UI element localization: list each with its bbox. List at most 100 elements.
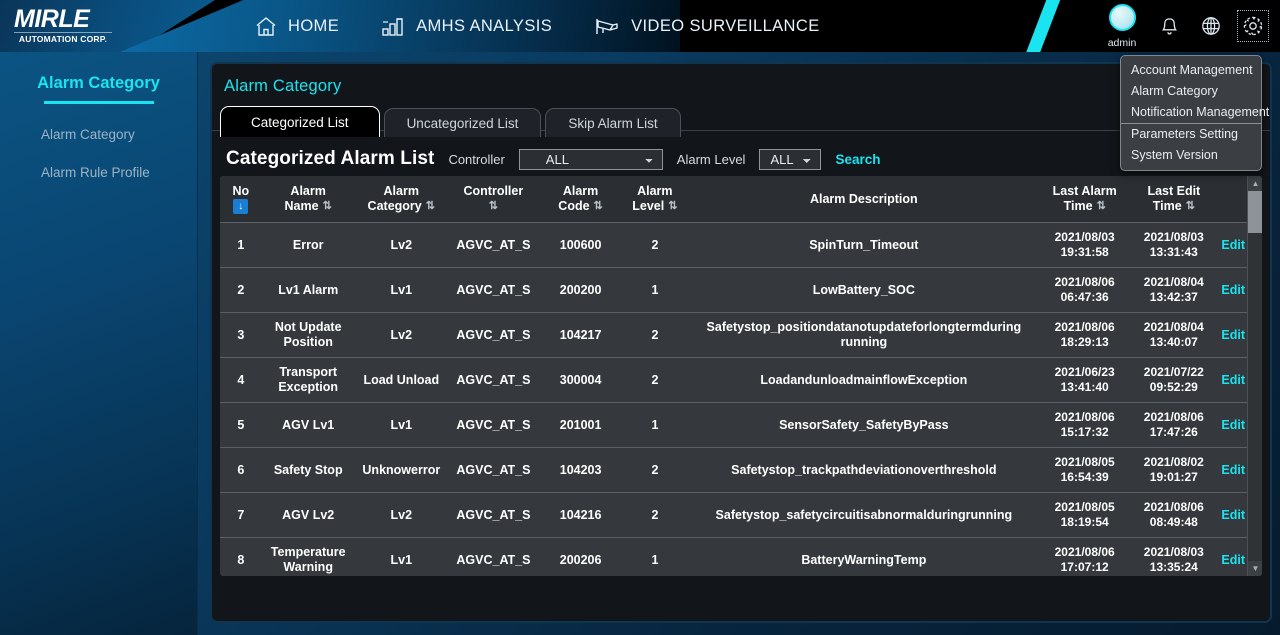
sort-icon[interactable]: ⇅ xyxy=(594,199,603,214)
sort-icon[interactable]: ⇅ xyxy=(1186,199,1195,214)
column-header-alarm-name-line1: Alarm xyxy=(290,184,325,199)
row-cell-last-alarm-time: 2021/08/0618:29:13 xyxy=(1040,320,1129,350)
row-cell-alarm-code: 200200 xyxy=(539,283,622,298)
settings-menu-item-notification-management[interactable]: Notification Management xyxy=(1121,102,1261,123)
row-cell-alarm-category: Lv1 xyxy=(355,553,448,568)
sort-icon[interactable]: ⇅ xyxy=(489,199,498,214)
alarm-level-filter-label: Alarm Level xyxy=(677,152,746,167)
settings-menu-item-alarm-category[interactable]: Alarm Category xyxy=(1121,81,1261,102)
search-button[interactable]: Search xyxy=(835,152,880,167)
row-cell-controller: AGVC_AT_S xyxy=(448,418,539,433)
column-header-alarm-level[interactable]: Alarm Level ⇅ xyxy=(622,184,687,214)
scrollbar-thumb[interactable] xyxy=(1248,191,1262,233)
table-row[interactable]: 3Not Update PositionLv2AGVC_AT_S1042172S… xyxy=(220,313,1262,358)
sort-icon[interactable]: ⇅ xyxy=(426,199,435,214)
header-actions: admin xyxy=(1104,0,1266,52)
table-row[interactable]: 8Temperature WarningLv1AGVC_AT_S2002061B… xyxy=(220,538,1262,576)
row-cell-alarm-name: Lv1 Alarm xyxy=(262,283,355,298)
row-cell-alarm-category: Unknowerror xyxy=(355,463,448,478)
row-cell-last-alarm-time: 2021/08/0319:31:58 xyxy=(1040,230,1129,260)
row-cell-alarm-category: Lv1 xyxy=(355,418,448,433)
column-header-alarm-code[interactable]: Alarm Code ⇅ xyxy=(539,184,622,214)
row-cell-alarm-name: AGV Lv1 xyxy=(262,418,355,433)
globe-icon[interactable] xyxy=(1198,13,1224,39)
row-cell-alarm-code: 201001 xyxy=(539,418,622,433)
column-header-controller-line1: Controller xyxy=(464,184,524,199)
gear-icon[interactable] xyxy=(1240,13,1266,39)
table-header-row: No ↓ Alarm Name ⇅ Alarm Category xyxy=(220,176,1262,223)
app-root: MIRLE AUTOMATION CORP. HOME xyxy=(0,0,1280,635)
column-header-alarm-category[interactable]: Alarm Category ⇅ xyxy=(355,184,448,214)
controller-filter-select[interactable]: ALL xyxy=(519,149,663,170)
sidebar-item-alarm-rule-profile[interactable]: Alarm Rule Profile xyxy=(0,165,197,180)
settings-menu-item-parameters-setting[interactable]: Parameters Setting xyxy=(1121,123,1261,145)
column-header-no[interactable]: No ↓ xyxy=(220,184,262,214)
sidebar-item-alarm-category[interactable]: Alarm Category xyxy=(0,127,197,142)
table-row[interactable]: 5AGV Lv1Lv1AGVC_AT_S2010011SensorSafety_… xyxy=(220,403,1262,448)
user-avatar[interactable]: admin xyxy=(1104,4,1140,48)
table-scrollbar[interactable]: ▲ ▼ xyxy=(1247,176,1262,576)
row-cell-alarm-level: 2 xyxy=(622,373,687,388)
row-cell-alarm-code: 100600 xyxy=(539,238,622,253)
scroll-down-icon[interactable]: ▼ xyxy=(1248,561,1262,576)
column-header-last-alarm-time[interactable]: Last Alarm Time ⇅ xyxy=(1040,184,1129,214)
column-header-alarm-name-line2: Name xyxy=(285,199,319,214)
column-header-alarm-name[interactable]: Alarm Name ⇅ xyxy=(262,184,355,214)
company-logo[interactable]: MIRLE AUTOMATION CORP. xyxy=(14,6,114,46)
row-cell-controller: AGVC_AT_S xyxy=(448,463,539,478)
table-row[interactable]: 2Lv1 AlarmLv1AGVC_AT_S2002001LowBattery_… xyxy=(220,268,1262,313)
logo-tagline: AUTOMATION CORP. xyxy=(14,32,112,44)
nav-item-amhs-analysis[interactable]: AMHS ANALYSIS xyxy=(381,16,552,37)
row-cell-alarm-category: Load Unload xyxy=(355,373,448,388)
row-cell-alarm-level: 2 xyxy=(622,508,687,523)
table-row[interactable]: 1ErrorLv2AGVC_AT_S1006002SpinTurn_Timeou… xyxy=(220,223,1262,268)
scroll-up-icon[interactable]: ▲ xyxy=(1248,176,1262,191)
row-cell-alarm-description: SensorSafety_SafetyByPass xyxy=(688,418,1040,433)
sort-icon[interactable]: ⇅ xyxy=(668,199,677,214)
logo-wordmark: MIRLE xyxy=(14,6,114,32)
row-cell-alarm-code: 300004 xyxy=(539,373,622,388)
table-row[interactable]: 6Safety StopUnknowerrorAGVC_AT_S1042032S… xyxy=(220,448,1262,493)
sort-icon[interactable]: ⇅ xyxy=(1097,199,1106,214)
row-cell-alarm-description: BatteryWarningTemp xyxy=(688,553,1040,568)
row-cell-alarm-code: 200206 xyxy=(539,553,622,568)
column-header-controller[interactable]: Controller ⇅ xyxy=(448,184,539,214)
sort-icon[interactable]: ⇅ xyxy=(323,199,332,214)
nav-item-video-surveillance[interactable]: VIDEO SURVEILLANCE xyxy=(594,16,819,37)
user-name-label: admin xyxy=(1104,37,1140,49)
tab-skip-alarm-list[interactable]: Skip Alarm List xyxy=(545,108,680,137)
cctv-camera-icon xyxy=(594,16,620,37)
row-cell-alarm-name: Not Update Position xyxy=(262,320,355,350)
app-header: MIRLE AUTOMATION CORP. HOME xyxy=(0,0,1280,52)
row-cell-no: 6 xyxy=(220,463,262,478)
nav-item-home[interactable]: HOME xyxy=(255,16,339,37)
alarm-level-filter-select[interactable]: ALL xyxy=(759,149,821,170)
row-cell-last-alarm-time: 2021/08/0617:07:12 xyxy=(1040,545,1129,575)
row-cell-controller: AGVC_AT_S xyxy=(448,238,539,253)
row-cell-alarm-description: Safetystop_safetycircuitisabnormalduring… xyxy=(688,508,1040,523)
sidebar-title-underline xyxy=(44,101,154,104)
column-header-alarm-description: Alarm Description xyxy=(688,192,1041,207)
row-cell-no: 3 xyxy=(220,328,262,343)
tab-categorized-list[interactable]: Categorized List xyxy=(220,106,380,137)
settings-menu-item-system-version[interactable]: System Version xyxy=(1121,145,1261,166)
filter-toolbar: Categorized Alarm List Controller ALL Al… xyxy=(212,142,1270,176)
bell-icon[interactable] xyxy=(1156,13,1182,39)
column-header-last-edit-time[interactable]: Last Edit Time ⇅ xyxy=(1129,184,1218,214)
table-row[interactable]: 7AGV Lv2Lv2AGVC_AT_S1042162Safetystop_sa… xyxy=(220,493,1262,538)
sort-desc-icon[interactable]: ↓ xyxy=(233,199,248,214)
list-title: Categorized Alarm List xyxy=(226,148,434,170)
column-header-last-edit-time-line2: Time xyxy=(1153,199,1182,214)
row-cell-last-edit-time: 2021/08/0219:01:27 xyxy=(1129,455,1218,485)
table-row[interactable]: 4Transport ExceptionLoad UnloadAGVC_AT_S… xyxy=(220,358,1262,403)
page-title: Alarm Category xyxy=(224,77,341,96)
row-cell-last-edit-time: 2021/08/0413:40:07 xyxy=(1129,320,1218,350)
settings-menu-item-account-management[interactable]: Account Management xyxy=(1121,60,1261,81)
row-cell-alarm-name: Temperature Warning xyxy=(262,545,355,575)
main-nav: HOME AMHS ANALYSIS xyxy=(255,0,820,52)
tab-uncategorized-list[interactable]: Uncategorized List xyxy=(384,108,542,137)
column-header-alarm-description-label: Alarm Description xyxy=(810,192,918,207)
row-cell-no: 4 xyxy=(220,373,262,388)
nav-label-amhs-analysis: AMHS ANALYSIS xyxy=(416,17,552,36)
sidebar: Alarm Category Alarm Category Alarm Rule… xyxy=(0,52,198,635)
